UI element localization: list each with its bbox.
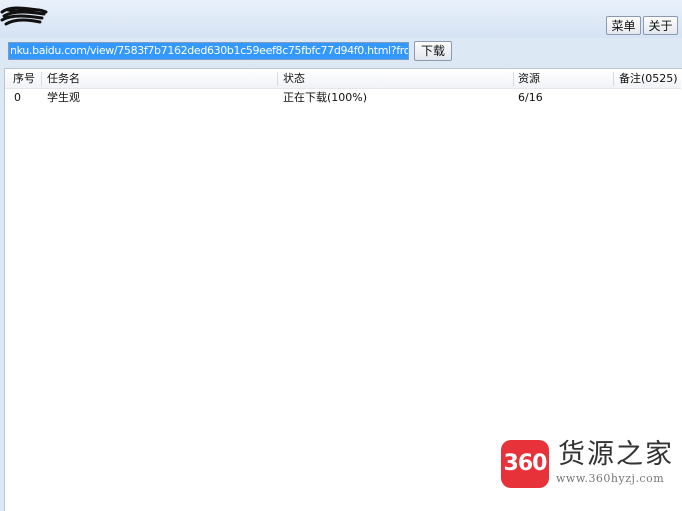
menu-button[interactable]: 菜单 — [606, 16, 641, 35]
download-button[interactable]: 下载 — [414, 41, 452, 61]
task-list-header: 序号 任务名 状态 资源 备注(0525) — [5, 70, 681, 89]
watermark-url: www.360hyzj.com — [556, 472, 665, 485]
column-header-note[interactable]: 备注(0525) — [619, 70, 678, 88]
url-bar: nku.baidu.com/view/7583f7b7162ded630b1c5… — [0, 38, 682, 66]
column-header-index[interactable]: 序号 — [13, 70, 35, 88]
url-input-value: nku.baidu.com/view/7583f7b7162ded630b1c5… — [9, 43, 408, 59]
watermark-logo: 360 货源之家 www.360hyzj.com — [498, 436, 678, 490]
title-bar: 菜单 关于 — [0, 0, 682, 38]
column-header-status[interactable]: 状态 — [283, 70, 305, 88]
column-divider[interactable] — [277, 72, 278, 86]
table-row[interactable]: 0 学生观 正在下载(100%) 6/16 — [5, 89, 681, 107]
column-divider[interactable] — [41, 72, 42, 86]
about-button[interactable]: 关于 — [643, 16, 678, 35]
column-divider[interactable] — [513, 72, 514, 86]
task-name: 学生观 — [47, 91, 80, 104]
column-header-resource[interactable]: 资源 — [518, 70, 540, 88]
task-status: 正在下载(100%) — [283, 91, 368, 104]
column-header-task-name[interactable]: 任务名 — [47, 70, 80, 88]
redacted-scribble-icon — [0, 6, 48, 26]
watermark-title: 货源之家 — [558, 439, 674, 470]
task-resource: 6/16 — [518, 91, 543, 104]
url-input[interactable]: nku.baidu.com/view/7583f7b7162ded630b1c5… — [8, 42, 409, 60]
column-divider[interactable] — [613, 72, 614, 86]
task-index: 0 — [14, 91, 21, 104]
watermark-badge: 360 — [501, 440, 549, 488]
